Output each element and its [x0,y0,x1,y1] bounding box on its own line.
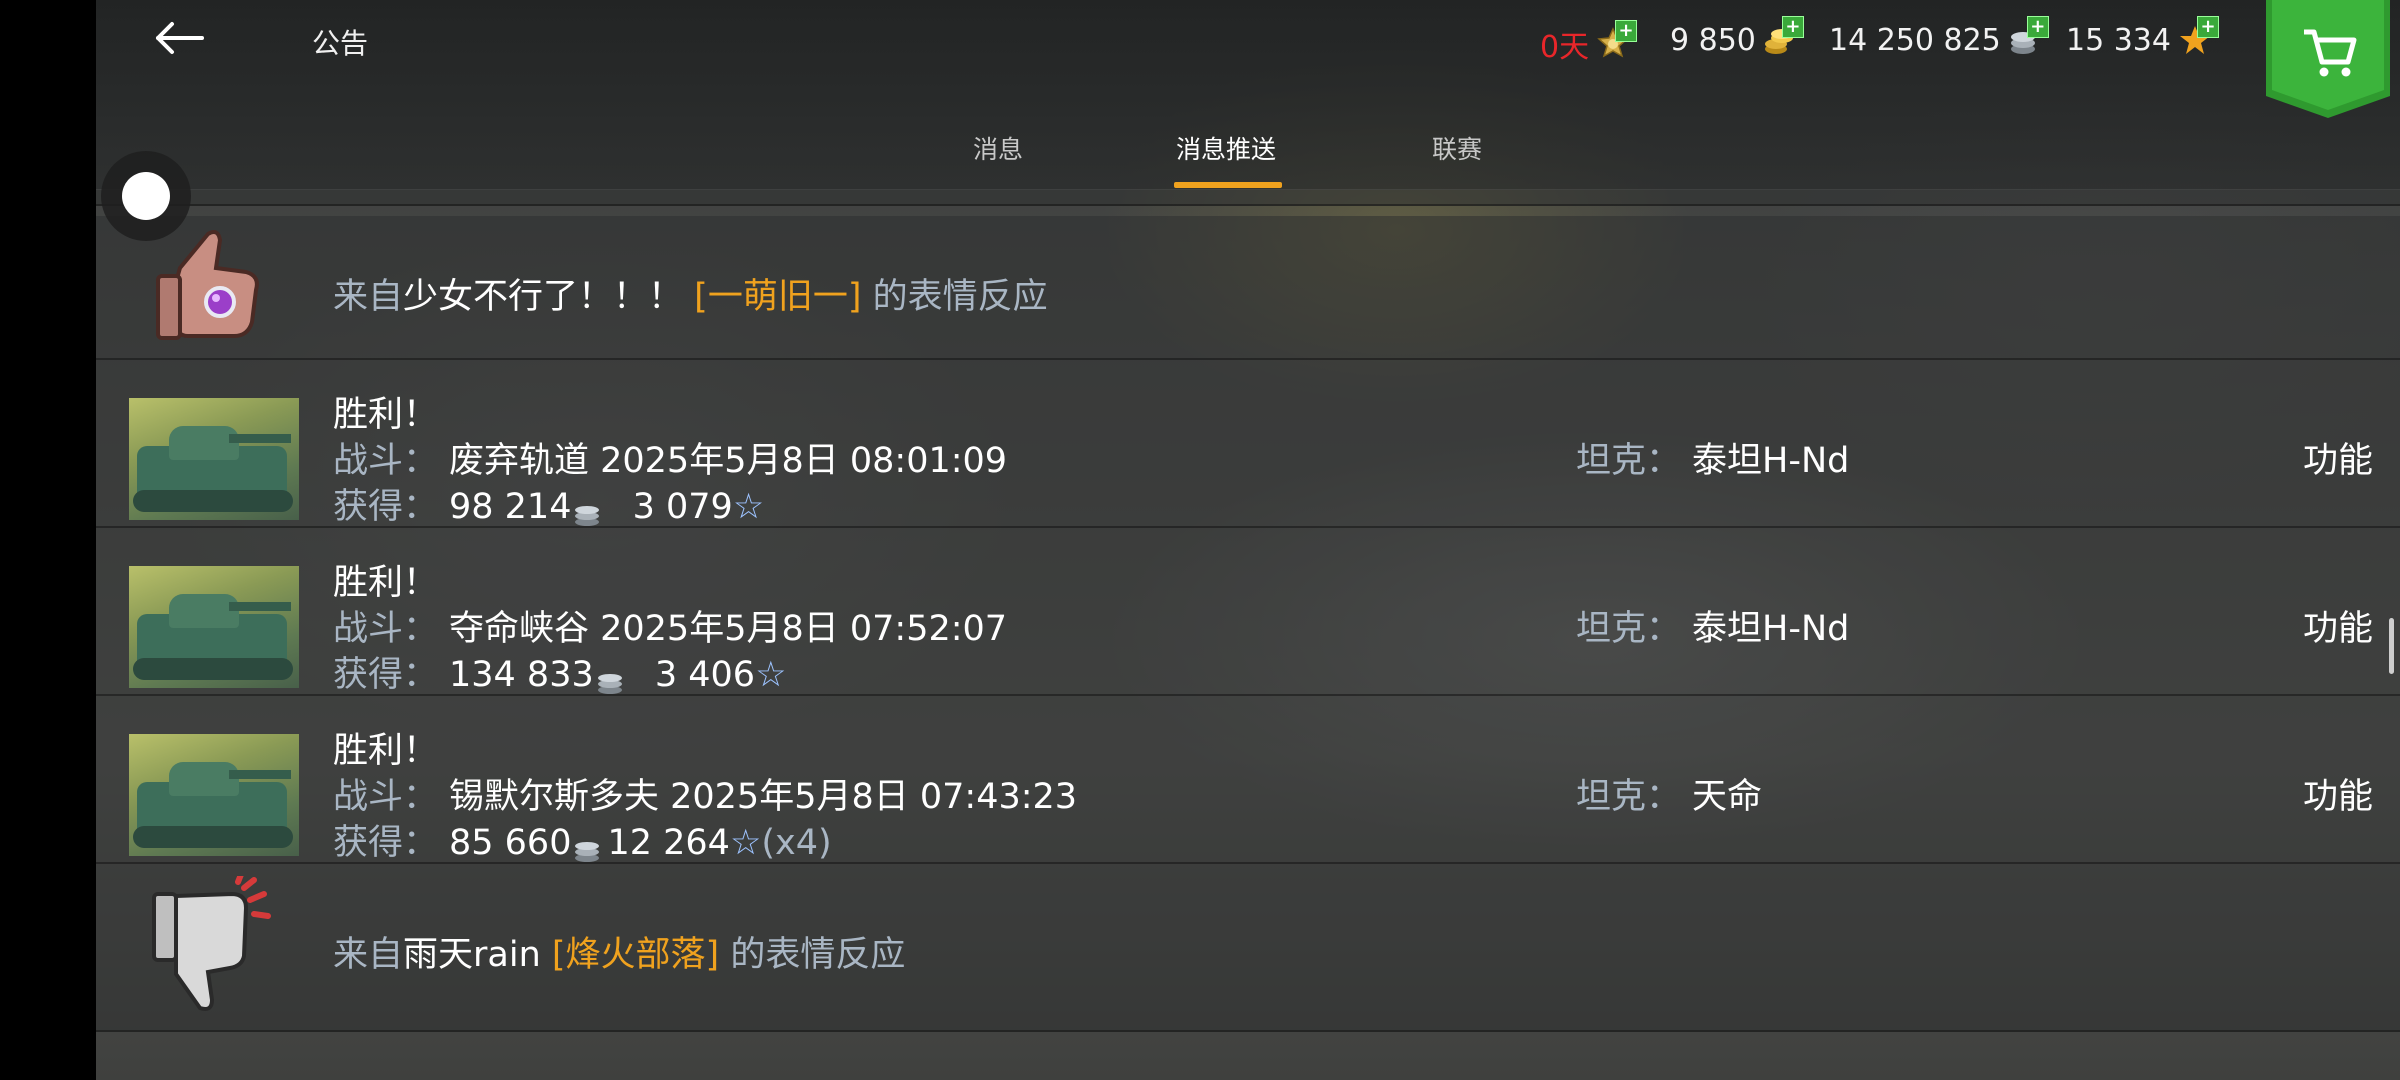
star-icon: ☆ [729,823,762,863]
earned-label: 获得： [333,655,439,695]
premium-badge-icon: + [1595,20,1638,62]
tank-thumbnail [129,734,299,856]
thumbs-up-icon [156,230,259,340]
reaction-suffix: 的表情反应 [872,277,1048,317]
tab-notifications[interactable]: 消息推送 [1176,130,1276,166]
gold-value: 9 850 [1670,22,1756,58]
tab-league[interactable]: 联赛 [1432,130,1482,166]
credits-earned: 98 214 [449,487,572,527]
reaction-prefix: 来自 [333,935,404,975]
credits-earned: 85 660 [449,823,572,863]
arrow-left-icon [156,22,204,54]
message-list[interactable]: 来自少女不行了！！！ [一萌旧一] 的表情反应 胜利！ 战斗： 废弃轨道 2025… [96,190,2400,1080]
top-bar: 公告 0天 + 9 850 + 14 250 825 + 15 334 + 消息… [96,0,2400,190]
reaction-prefix: 来自 [333,277,404,317]
earned-label: 获得： [333,487,439,527]
battle-label: 战斗： [333,441,439,481]
battle-result-row[interactable]: 胜利！ 战斗： 锡默尔斯多夫 2025年5月8日 07:43:23 获得： 85 6… [96,696,2400,864]
tank-label: 坦克： [1576,441,1682,481]
battle-map-time: 夺命峡谷 2025年5月8日 07:52:07 [449,609,1008,649]
tab-messages[interactable]: 消息 [973,130,1023,166]
gold-coins-icon: + [1762,16,1804,58]
function-button[interactable]: 功能 [2303,600,2373,651]
silver-coins-icon [573,832,601,862]
battle-map-time: 废弃轨道 2025年5月8日 08:01:09 [449,441,1008,481]
battle-result: 胜利！ [333,395,439,435]
battle-map-time: 锡默尔斯多夫 2025年5月8日 07:43:23 [449,777,1078,817]
add-silver-icon: + [2026,16,2049,38]
reaction-clan-tag: [烽火部落] [551,935,720,975]
reaction-suffix: 的表情反应 [730,935,906,975]
silver-coins-icon: + [2007,16,2049,58]
silver-counter[interactable]: 14 250 825 + [1829,16,2049,58]
earned-label: 获得： [333,823,439,863]
list-item-partial [96,190,2400,206]
credits-earned: 134 833 [449,655,594,695]
thumbs-down-icon [152,876,271,1011]
reaction-player-name[interactable]: 少女不行了！！！ [403,277,683,317]
shop-button[interactable] [2266,0,2390,118]
tank-name: 泰坦H-Nd [1692,609,1850,649]
tank-label: 坦克： [1576,609,1682,649]
silver-coins-icon [596,664,624,694]
tank-label: 坦克： [1576,777,1682,817]
battle-result-row[interactable]: 胜利！ 战斗： 夺命峡谷 2025年5月8日 07:52:07 获得： 134 83… [96,528,2400,696]
floating-assistive-button[interactable] [101,151,191,241]
page-title: 公告 [312,27,369,60]
battle-result-row[interactable]: 胜利！ 战斗： 废弃轨道 2025年5月8日 08:01:09 获得： 98 214… [96,360,2400,528]
gold-counter[interactable]: 9 850 + [1670,16,1804,58]
battle-label: 战斗： [333,609,439,649]
tank-name: 泰坦H-Nd [1692,441,1850,481]
star-icon: + [2177,16,2219,58]
add-gold-icon: + [1781,16,1804,38]
tank-name: 天命 [1692,777,1763,817]
add-premium-icon: + [1615,20,1638,42]
free-xp-value: 15 334 [2066,22,2171,58]
reaction-player-name[interactable]: 雨天rain [403,935,541,975]
back-button[interactable] [146,18,216,66]
tank-thumbnail [129,398,299,520]
reaction-message[interactable]: 来自雨天rain [烽火部落] 的表情反应 [96,864,2400,1032]
function-button[interactable]: 功能 [2303,768,2373,819]
app-screen: 公告 0天 + 9 850 + 14 250 825 + 15 334 + 消息… [96,0,2400,1080]
tank-thumbnail [129,566,299,688]
function-button[interactable]: 功能 [2303,432,2373,483]
star-icon: ☆ [755,655,787,695]
active-tab-indicator [1174,182,1282,188]
silver-coins-icon [573,496,601,526]
xp-multiplier: (x4) [761,823,832,863]
battle-result: 胜利！ [333,731,439,771]
free-xp-counter[interactable]: 15 334 + [2066,16,2219,58]
xp-earned: 3 079 [632,487,733,527]
scrollbar[interactable] [2389,618,2394,674]
battle-label: 战斗： [333,777,439,817]
reaction-clan-tag: [一萌旧一] [694,277,862,317]
battle-result: 胜利！ [333,563,439,603]
xp-earned: 3 406 [654,655,756,695]
premium-days-counter[interactable]: 0天 + [1540,20,1638,66]
star-icon: ☆ [732,487,765,527]
reaction-message[interactable]: 来自少女不行了！！！ [一萌旧一] 的表情反应 [96,216,2400,360]
xp-earned: 12 264 [607,823,730,863]
premium-days-value: 0天 [1540,30,1590,65]
add-xp-icon: + [2196,16,2219,38]
silver-value: 14 250 825 [1829,22,2001,58]
